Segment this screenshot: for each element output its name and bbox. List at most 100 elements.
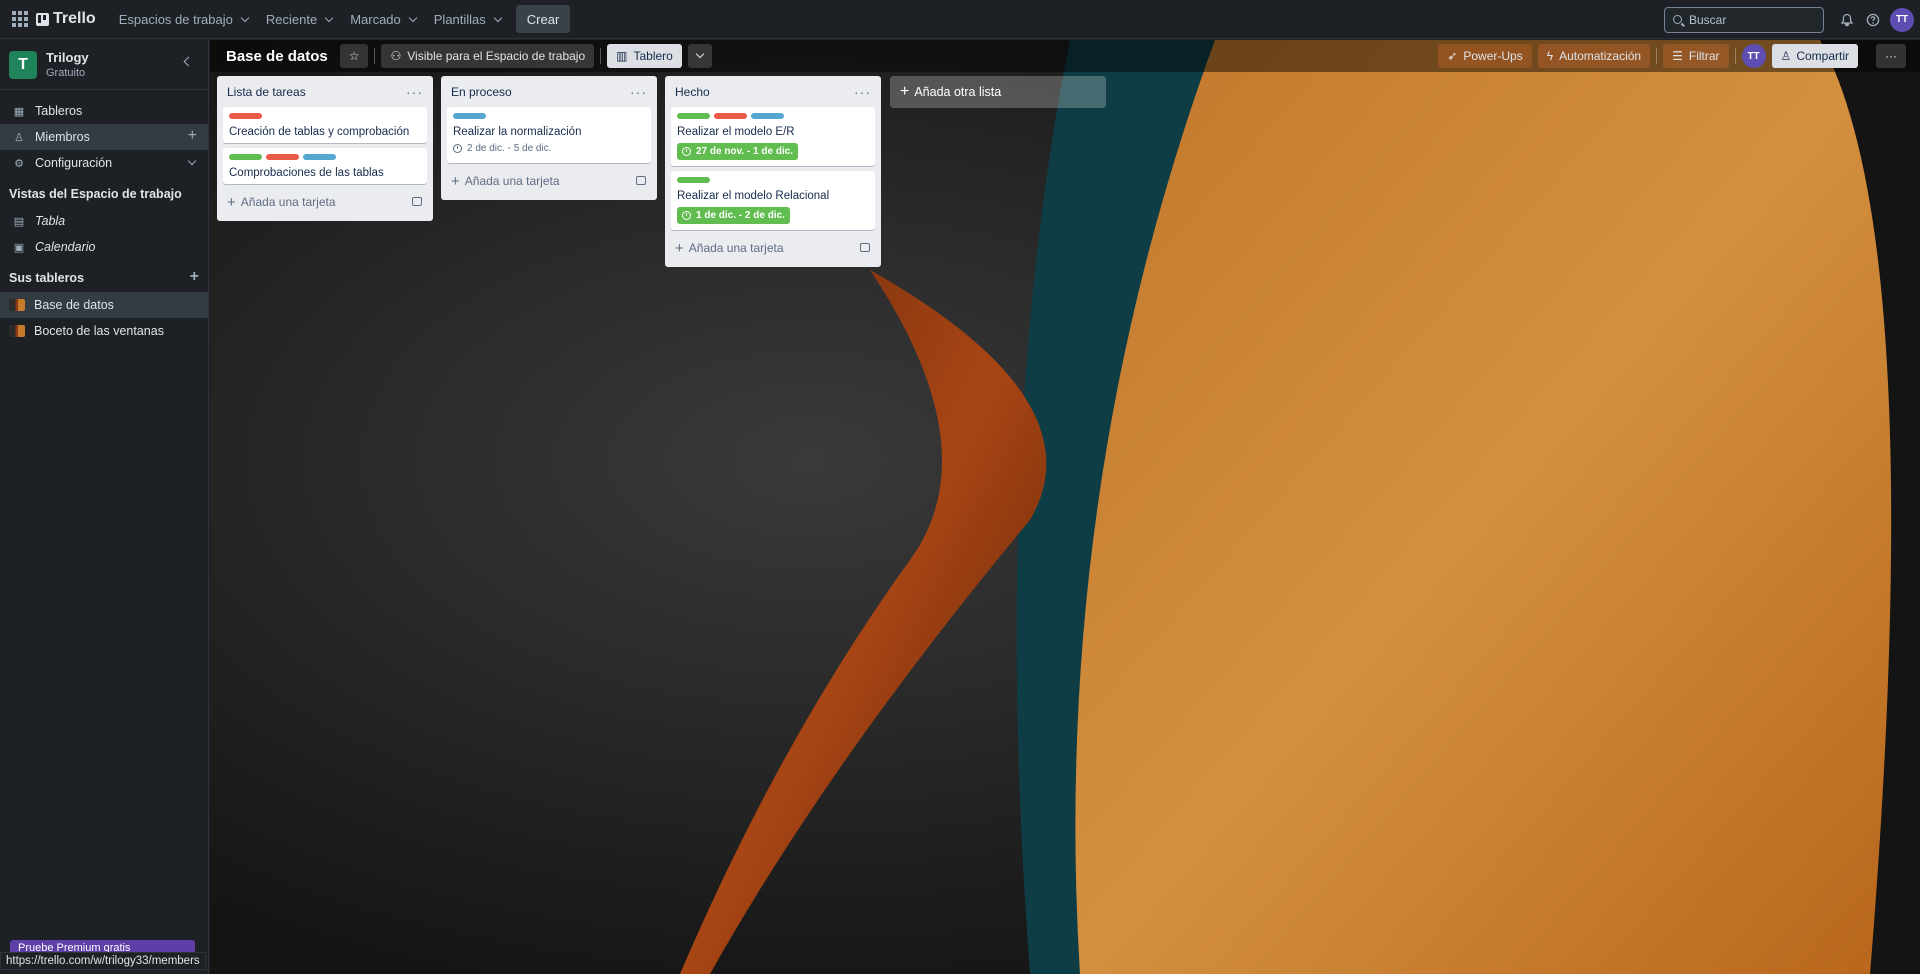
- list-header: Lista de tareas ···: [221, 80, 429, 104]
- card-title: Realizar el modelo E/R: [677, 126, 795, 138]
- label-red: [229, 113, 262, 119]
- board-member-avatar[interactable]: TT: [1741, 44, 1766, 68]
- card-template-icon[interactable]: [860, 243, 870, 252]
- add-card-label: Añada una tarjeta: [688, 241, 784, 255]
- search-icon: [1673, 15, 1682, 24]
- card[interactable]: Realizar el modelo Relacional 1 de dic. …: [671, 171, 875, 230]
- star-icon: ☆: [348, 49, 360, 63]
- card[interactable]: Comprobaciones de las tablas: [223, 148, 427, 184]
- share-label: Compartir: [1796, 49, 1849, 63]
- notifications-icon[interactable]: [1834, 7, 1860, 33]
- add-card-button[interactable]: + Añada una tarjeta: [669, 235, 877, 261]
- clock-icon: [682, 147, 691, 156]
- power-ups-label: Power-Ups: [1463, 49, 1523, 63]
- sidebar-item-boards[interactable]: ▦ Tableros: [0, 98, 208, 124]
- board-view-button[interactable]: ▥ Tablero: [607, 44, 682, 68]
- list-menu-icon[interactable]: ···: [854, 84, 871, 100]
- list-title[interactable]: En proceso: [451, 85, 512, 99]
- menu-label: Reciente: [265, 11, 318, 27]
- filter-icon: ☰: [1672, 49, 1683, 63]
- star-board-button[interactable]: ☆: [339, 44, 369, 68]
- due-date-badge-complete[interactable]: 1 de dic. - 2 de dic.: [677, 207, 790, 224]
- board-header: Base de datos ☆ ⚇ Visible para el Espaci…: [210, 40, 1920, 72]
- label-red: [266, 154, 299, 160]
- board-header-actions: ➶ Power-Ups ϟ Automatización ☰ Filtrar T…: [1438, 44, 1912, 68]
- share-button[interactable]: ♙ Compartir: [1771, 44, 1858, 68]
- search-input[interactable]: Buscar: [1664, 6, 1824, 33]
- sidebar-item-settings[interactable]: ⚙ Configuración: [0, 150, 208, 176]
- label-green: [229, 154, 262, 160]
- menu-starred[interactable]: Marcado: [341, 4, 425, 34]
- plus-icon: +: [675, 239, 684, 257]
- filter-button[interactable]: ☰ Filtrar: [1663, 44, 1729, 68]
- app-name: Trello: [53, 10, 96, 27]
- add-card-button[interactable]: + Añada una tarjeta: [445, 168, 653, 194]
- card[interactable]: Creación de tablas y comprobación: [223, 107, 427, 143]
- list-menu-icon[interactable]: ···: [406, 84, 423, 100]
- gear-icon: ⚙: [14, 157, 24, 170]
- menu-workspaces[interactable]: Espacios de trabajo: [110, 4, 257, 34]
- card-labels: [229, 154, 421, 160]
- sidebar-item-members[interactable]: ♙ Miembros +: [0, 124, 208, 150]
- calendar-icon: ▣: [13, 241, 25, 254]
- plus-icon: +: [900, 83, 910, 100]
- plus-icon: +: [227, 193, 236, 211]
- workspace-views-heading: Vistas del Espacio de trabajo: [9, 187, 182, 201]
- visibility-button[interactable]: ⚇ Visible para el Espacio de trabajo: [381, 44, 595, 68]
- create-button[interactable]: Crear: [515, 5, 571, 33]
- add-card-button[interactable]: + Añada una tarjeta: [221, 189, 429, 215]
- sidebar-item-label: Boceto de las ventanas: [34, 324, 164, 338]
- card[interactable]: Realizar la normalización 2 de dic. - 5 …: [447, 107, 651, 163]
- board-view-icon: ▥: [616, 49, 628, 63]
- view-switcher-button[interactable]: [687, 44, 712, 68]
- label-blue: [751, 113, 784, 119]
- add-board-icon[interactable]: +: [190, 268, 199, 286]
- filter-label: Filtrar: [1688, 49, 1720, 63]
- sidebar-board-base-de-datos[interactable]: Base de datos: [0, 292, 208, 318]
- app-switcher-icon[interactable]: [12, 11, 28, 27]
- sidebar-item-label: Configuración: [35, 156, 113, 170]
- sidebar-item-label: Miembros: [35, 130, 90, 144]
- power-ups-button[interactable]: ➶ Power-Ups: [1438, 44, 1532, 68]
- trello-logo[interactable]: Trello: [36, 10, 96, 28]
- menu-recent[interactable]: Reciente: [257, 4, 341, 34]
- your-boards-heading: Sus tableros +: [0, 264, 208, 292]
- workspace-name[interactable]: Trilogy: [46, 50, 89, 65]
- more-icon: ···: [1885, 49, 1897, 63]
- sidebar-item-label: Tabla: [35, 214, 66, 228]
- automation-button[interactable]: ϟ Automatización: [1537, 44, 1651, 68]
- sidebar-board-boceto[interactable]: Boceto de las ventanas: [0, 318, 208, 344]
- status-bar-url: https://trello.com/w/trilogy33/members: [0, 952, 206, 970]
- add-member-icon[interactable]: +: [188, 127, 197, 145]
- menu-label: Marcado: [350, 11, 401, 27]
- add-list-label: Añada otra lista: [914, 85, 1002, 99]
- clock-icon: [682, 211, 691, 220]
- card-template-icon[interactable]: [636, 176, 646, 185]
- list-en-proceso: En proceso ··· Realizar la normalización…: [441, 76, 657, 200]
- list-title[interactable]: Lista de tareas: [227, 85, 306, 99]
- collapse-sidebar-icon[interactable]: [183, 56, 194, 67]
- due-date-badge-complete[interactable]: 27 de nov. - 1 de dic.: [677, 143, 799, 160]
- help-icon[interactable]: [1860, 7, 1886, 33]
- trello-logo-icon: [36, 12, 49, 26]
- card-labels: [677, 177, 869, 183]
- sidebar-item-calendar[interactable]: ▣ Calendario: [0, 234, 208, 260]
- workspace-logo: T: [9, 50, 37, 79]
- board-menu-button[interactable]: ···: [1876, 44, 1906, 68]
- list-title[interactable]: Hecho: [675, 85, 710, 99]
- board-icon: ▦: [13, 105, 25, 118]
- board-title[interactable]: Base de datos: [226, 48, 328, 65]
- lightning-icon: ϟ: [1546, 49, 1554, 63]
- card-title: Comprobaciones de las tablas: [229, 167, 384, 179]
- due-date-badge[interactable]: 2 de dic. - 5 de dic.: [453, 143, 552, 154]
- user-avatar[interactable]: TT: [1890, 7, 1914, 32]
- card-template-icon[interactable]: [412, 197, 422, 206]
- top-right-controls: Buscar TT: [1664, 0, 1914, 39]
- sidebar-item-table[interactable]: ▤ Tabla: [0, 208, 208, 234]
- card[interactable]: Realizar el modelo E/R 27 de nov. - 1 de…: [671, 107, 875, 166]
- add-list-button[interactable]: + Añada otra lista: [890, 76, 1106, 108]
- menu-templates[interactable]: Plantillas: [425, 4, 510, 34]
- chevron-down-icon: [408, 13, 418, 22]
- list-menu-icon[interactable]: ···: [630, 84, 647, 100]
- workspace-sidebar: T Trilogy Gratuito ▦ Tableros ♙ Miembros…: [0, 40, 209, 974]
